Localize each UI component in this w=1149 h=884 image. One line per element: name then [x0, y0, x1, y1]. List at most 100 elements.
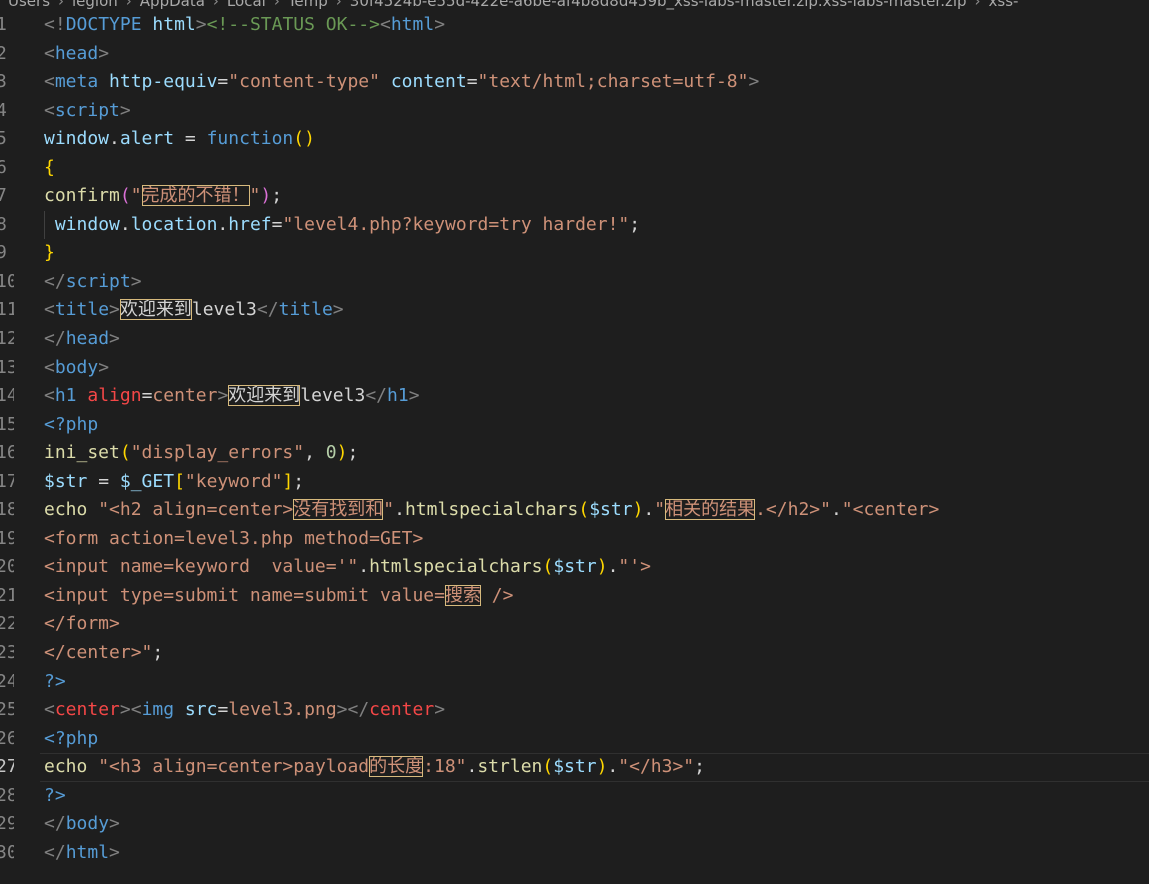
line-number: 21 — [0, 584, 14, 606]
breadcrumb-item[interactable]: legion — [72, 0, 118, 10]
breadcrumb-item[interactable]: Local — [227, 0, 266, 10]
code-line[interactable]: 10 </script> — [0, 268, 1149, 297]
code-line[interactable]: 20 <input name=keyword value='".htmlspeci… — [0, 553, 1149, 582]
line-number: 3 — [0, 71, 7, 93]
code-token: href — [228, 213, 272, 235]
breadcrumb-item[interactable]: Temp — [288, 0, 328, 10]
code-token: ( — [119, 442, 131, 464]
code-token: > — [217, 385, 229, 407]
code-line[interactable]: 9} — [0, 239, 1149, 268]
code-line[interactable]: 8 window.location.href="level4.php?keywo… — [0, 210, 1149, 240]
line-number: 6 — [0, 156, 7, 178]
code-line[interactable]: 19 <form action=level3.php method=GET> — [0, 525, 1149, 554]
code-token: , — [304, 442, 326, 464]
code-line[interactable]: 1 <!DOCTYPE html><!--STATUS OK--><html> — [0, 11, 1149, 40]
code-text: </html> — [44, 839, 120, 868]
code-line[interactable]: 28 ?> — [0, 782, 1149, 811]
code-token: ( — [542, 556, 554, 578]
code-token: </ — [44, 841, 66, 863]
code-token: . — [358, 556, 370, 578]
code-token: > — [408, 385, 420, 407]
breadcrumb-separator-icon: › — [125, 0, 132, 10]
code-text: <center><img src=level3.png></center> — [44, 696, 445, 725]
breadcrumb-item[interactable]: Users — [8, 0, 50, 10]
breadcrumb-item[interactable]: xss- — [989, 0, 1019, 10]
code-token: ( — [119, 185, 131, 207]
code-line[interactable]: 14 <h1 align=center>欢迎来到level3</h1> — [0, 382, 1149, 411]
code-line[interactable]: 21 <input type=submit name=submit value=搜… — [0, 582, 1149, 611]
code-token: . — [394, 499, 405, 521]
line-number: 23 — [0, 642, 14, 664]
code-token: > — [434, 14, 446, 35]
code-token: = — [466, 71, 478, 93]
code-line[interactable]: 30 </html> — [0, 839, 1149, 868]
code-token: . — [607, 556, 619, 578]
code-token: echo — [44, 756, 88, 778]
code-line[interactable]: 16 ini_set("display_errors", 0); — [0, 439, 1149, 468]
code-line[interactable]: 29 </body> — [0, 810, 1149, 839]
code-text: <h1 align=center>欢迎来到level3</h1> — [44, 382, 420, 411]
code-line[interactable]: 7 confirm("完成的不错！"); — [0, 182, 1149, 211]
code-token: > — [109, 813, 120, 835]
breadcrumb-item[interactable]: AppData — [140, 0, 205, 10]
code-text: window.alert = function() — [44, 125, 315, 154]
code-token: < — [44, 385, 55, 407]
code-text: } — [44, 239, 55, 268]
code-token: head — [54, 42, 99, 64]
code-token: [ — [174, 470, 185, 492]
code-token: </ — [44, 328, 66, 350]
code-line[interactable]: 25 <center><img src=level3.png></center> — [0, 696, 1149, 725]
code-line[interactable]: 2 <head> — [0, 40, 1149, 69]
code-token: confirm — [44, 185, 120, 207]
code-line[interactable]: 12 </head> — [0, 325, 1149, 354]
code-token: "'> — [618, 556, 651, 578]
code-line[interactable]: 3 <meta http-equiv="content-type" content… — [0, 68, 1149, 97]
code-token: = — [87, 470, 120, 492]
code-token: </ — [44, 813, 66, 835]
code-line[interactable]: 22 </form> — [0, 610, 1149, 639]
code-token: = — [174, 128, 207, 150]
code-token: > — [195, 14, 207, 35]
code-text: </head> — [44, 325, 120, 354]
code-token: . — [830, 499, 842, 521]
code-line[interactable]: 27 echo "<h3 align=center>payload的长度:18".… — [0, 753, 1149, 782]
code-line[interactable]: 5 window.alert = function() — [0, 125, 1149, 154]
code-token: function — [206, 128, 294, 150]
code-line[interactable]: 23 </center>"; — [0, 639, 1149, 668]
code-token: > — [98, 356, 110, 378]
code-line[interactable]: 24 ?> — [0, 668, 1149, 697]
code-line[interactable]: 13 <body> — [0, 354, 1149, 383]
code-line[interactable]: 6{ — [0, 154, 1149, 183]
code-editor[interactable]: Users › legion › AppData › Local › Temp › 30f4524b… — [0, 0, 1149, 884]
code-text: echo "<h2 align=center>没有找到和".htmlspecia… — [44, 496, 939, 525]
code-token: center — [54, 699, 120, 721]
line-number: 2 — [0, 42, 7, 64]
code-token: < — [379, 14, 391, 35]
code-token: script — [65, 270, 131, 292]
code-token: alert — [119, 128, 175, 150]
code-token: "content-type" — [228, 71, 380, 93]
code-line[interactable]: 17 $str = $_GET["keyword"]; — [0, 468, 1149, 497]
code-token: </center>" — [44, 642, 153, 664]
code-token: html — [152, 14, 196, 35]
code-text: ?> — [44, 668, 66, 697]
code-line[interactable]: 4 <script> — [0, 97, 1149, 126]
code-lines[interactable]: 1 <!DOCTYPE html><!--STATUS OK--><html> 2 <… — [0, 11, 1149, 867]
code-line[interactable]: 18 echo "<h2 align=center>没有找到和".htmlspec… — [0, 496, 1149, 525]
line-number: 9 — [0, 242, 7, 264]
code-token: > — [119, 99, 131, 121]
code-token: "level4.php?keyword=try harder!" — [282, 213, 630, 235]
code-token: html — [390, 14, 435, 35]
breadcrumb-item[interactable]: 30f4524b-e55d-422e-a6be-af4b8d8d459b_xss… — [350, 0, 967, 10]
code-token: "<center> — [841, 499, 940, 521]
code-line[interactable]: 11 <title>欢迎来到level3</title> — [0, 296, 1149, 325]
code-token: > — [98, 42, 110, 64]
code-token: = — [217, 699, 229, 721]
code-line[interactable]: 15 <?php — [0, 411, 1149, 440]
code-token: :18" — [423, 756, 467, 778]
line-number: 24 — [0, 670, 14, 692]
code-line[interactable]: 26 <?php — [0, 725, 1149, 754]
